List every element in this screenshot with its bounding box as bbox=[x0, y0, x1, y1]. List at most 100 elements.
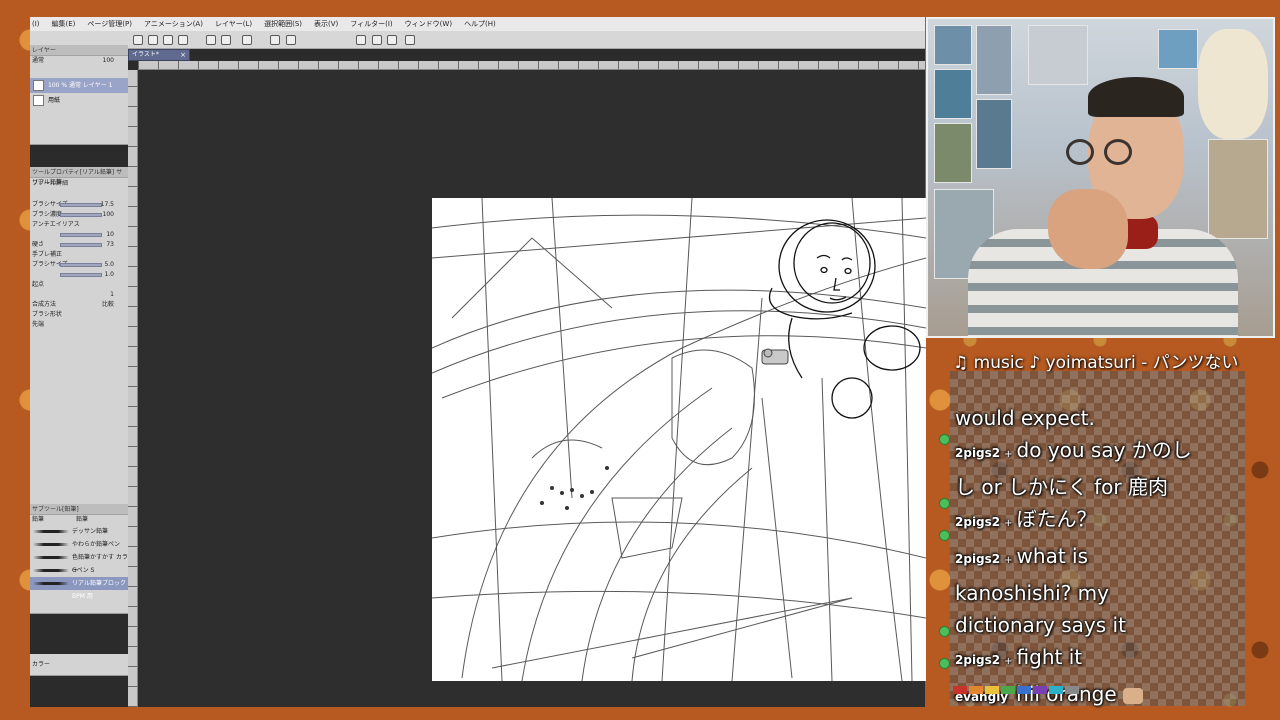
tab-illustration[interactable]: イラスト* × bbox=[128, 49, 190, 61]
chat-text: what is bbox=[1016, 544, 1088, 568]
transform-icon[interactable] bbox=[242, 35, 252, 45]
redo-icon[interactable] bbox=[221, 35, 231, 45]
chat-badge-icon bbox=[939, 626, 950, 637]
menu-animation[interactable]: アニメーション(A) bbox=[144, 19, 203, 29]
chat-messages: would expect. 2pigs2 + do you say かのし し or… bbox=[955, 402, 1245, 715]
brush-item[interactable]: リアル鉛筆ブロック BPM 用 bbox=[30, 577, 128, 600]
chat-username[interactable]: 2pigs2 bbox=[955, 446, 1000, 460]
property-row: 手ブレ補正 bbox=[32, 251, 63, 258]
brush-preview bbox=[33, 530, 69, 533]
menu-file[interactable]: (I) bbox=[32, 20, 40, 28]
perspective-icon[interactable] bbox=[372, 35, 382, 45]
property-slider[interactable] bbox=[60, 273, 102, 277]
chat-message: would expect. bbox=[955, 402, 1245, 434]
menu-help[interactable]: ヘルプ(H) bbox=[464, 19, 496, 29]
drawing-canvas[interactable] bbox=[432, 198, 926, 681]
sketch-drawing bbox=[432, 198, 926, 681]
plus-icon: + bbox=[1004, 518, 1013, 529]
layer-item[interactable]: 100 % 通常 レイヤー 1 bbox=[30, 78, 128, 93]
now-playing: ♫ music ♪ yoimatsuri - パンツない bbox=[953, 353, 1239, 373]
chat-badge-icon bbox=[939, 530, 950, 541]
menu-window[interactable]: ウィンドウ(W) bbox=[405, 19, 452, 29]
pen-icon[interactable] bbox=[387, 35, 397, 45]
brush-item[interactable]: デッサン鉛筆 bbox=[30, 525, 128, 538]
wall-poster bbox=[1158, 29, 1198, 69]
open-file-icon[interactable] bbox=[148, 35, 158, 45]
brush-preview bbox=[33, 582, 69, 585]
subtool-tab[interactable]: 鉛筆 bbox=[32, 516, 44, 523]
layer-item[interactable]: 用紙 bbox=[30, 93, 128, 108]
color-panel: カラー bbox=[30, 654, 128, 676]
fill-icon[interactable] bbox=[270, 35, 280, 45]
canvas-area[interactable] bbox=[138, 70, 926, 707]
close-icon[interactable]: × bbox=[180, 50, 186, 60]
export-icon[interactable] bbox=[178, 35, 188, 45]
wall-poster bbox=[934, 123, 972, 183]
chat-badge-icon bbox=[939, 434, 950, 445]
wall-poster bbox=[976, 99, 1012, 169]
color-palette bbox=[953, 686, 1079, 694]
property-row: ブラシサイズ 17.5 bbox=[32, 201, 114, 208]
tool-property-panel: ツールプロパティ[リアル鉛筆] サブツール詳細 リアル鉛筆 ブラシサイズ 17.5… bbox=[30, 167, 128, 517]
chat-username[interactable]: 2pigs2 bbox=[955, 552, 1000, 566]
plus-icon: + bbox=[1004, 555, 1013, 566]
color-swatch[interactable] bbox=[1065, 686, 1079, 694]
chat-message: dictionary says it bbox=[955, 609, 1245, 641]
brush-preview bbox=[33, 543, 69, 546]
tab-label: イラスト* bbox=[132, 51, 159, 58]
brush-item[interactable]: 色鉛筆かすかす カラー bbox=[30, 551, 128, 574]
webcam-feed bbox=[926, 17, 1275, 338]
density-slider[interactable] bbox=[60, 213, 102, 217]
menu-edit[interactable]: 編集(E) bbox=[52, 19, 76, 29]
ruler-icon[interactable] bbox=[356, 35, 366, 45]
plus-icon: + bbox=[1004, 449, 1013, 460]
color-swatch[interactable] bbox=[953, 686, 967, 694]
subtool-tabs: 鉛筆 鉛筆 bbox=[30, 515, 128, 525]
save-icon[interactable] bbox=[163, 35, 173, 45]
undo-icon[interactable] bbox=[206, 35, 216, 45]
property-row: 10 bbox=[30, 230, 128, 240]
color-swatch[interactable] bbox=[985, 686, 999, 694]
property-slider[interactable] bbox=[60, 233, 102, 237]
color-swatch[interactable] bbox=[1001, 686, 1015, 694]
property-row: ブラシサイズ 5.0 bbox=[32, 261, 114, 268]
brush-item[interactable]: Gペン S bbox=[30, 564, 128, 577]
horizontal-ruler bbox=[138, 61, 925, 70]
layer-panel-title: レイヤー bbox=[30, 45, 128, 56]
brush-size-slider[interactable] bbox=[60, 203, 102, 207]
menu-selection[interactable]: 選択範囲(S) bbox=[264, 19, 302, 29]
color-swatch[interactable] bbox=[969, 686, 983, 694]
wall-poster bbox=[934, 25, 972, 65]
subtool-tab[interactable]: 鉛筆 bbox=[76, 516, 88, 523]
menu-layer[interactable]: レイヤー(L) bbox=[215, 19, 252, 29]
brush-preview bbox=[33, 569, 69, 572]
chat-text: would expect. bbox=[955, 406, 1095, 430]
color-swatch[interactable] bbox=[1033, 686, 1047, 694]
property-row: ブラシ濃度 100 bbox=[32, 211, 114, 218]
blend-mode-select[interactable]: 通常 bbox=[32, 57, 44, 64]
menu-filter[interactable]: フィルター(I) bbox=[350, 19, 392, 29]
tool-name: リアル鉛筆 bbox=[32, 179, 62, 186]
chat-username[interactable]: 2pigs2 bbox=[955, 515, 1000, 529]
streamer-hair bbox=[1088, 77, 1184, 117]
wall-poster bbox=[976, 25, 1012, 95]
color-swatch[interactable] bbox=[1017, 686, 1031, 694]
chat-username[interactable]: 2pigs2 bbox=[955, 653, 1000, 667]
opacity-value[interactable]: 100 bbox=[103, 56, 114, 66]
paint-app-window: (I) 編集(E) ページ管理(P) アニメーション(A) レイヤー(L) 選択… bbox=[30, 17, 926, 707]
help-icon[interactable] bbox=[405, 35, 415, 45]
brush-item[interactable]: やわらか鉛筆ペン bbox=[30, 538, 128, 551]
chat-message: 2pigs2 + what is bbox=[955, 540, 1245, 577]
menu-page[interactable]: ページ管理(P) bbox=[87, 19, 132, 29]
color-set-select[interactable]: カラー bbox=[30, 654, 128, 668]
color-swatch[interactable] bbox=[1049, 686, 1063, 694]
property-row: 1.0 bbox=[30, 270, 128, 280]
menu-view[interactable]: 表示(V) bbox=[314, 19, 338, 29]
property-row: 先端 bbox=[32, 321, 45, 328]
new-file-icon[interactable] bbox=[133, 35, 143, 45]
crop-icon[interactable] bbox=[286, 35, 296, 45]
property-slider[interactable] bbox=[60, 263, 102, 267]
chat-message: kanoshishi? my bbox=[955, 577, 1245, 609]
chat-message: 2pigs2 + do you say かのし bbox=[955, 434, 1245, 471]
hardness-slider[interactable] bbox=[60, 243, 102, 247]
